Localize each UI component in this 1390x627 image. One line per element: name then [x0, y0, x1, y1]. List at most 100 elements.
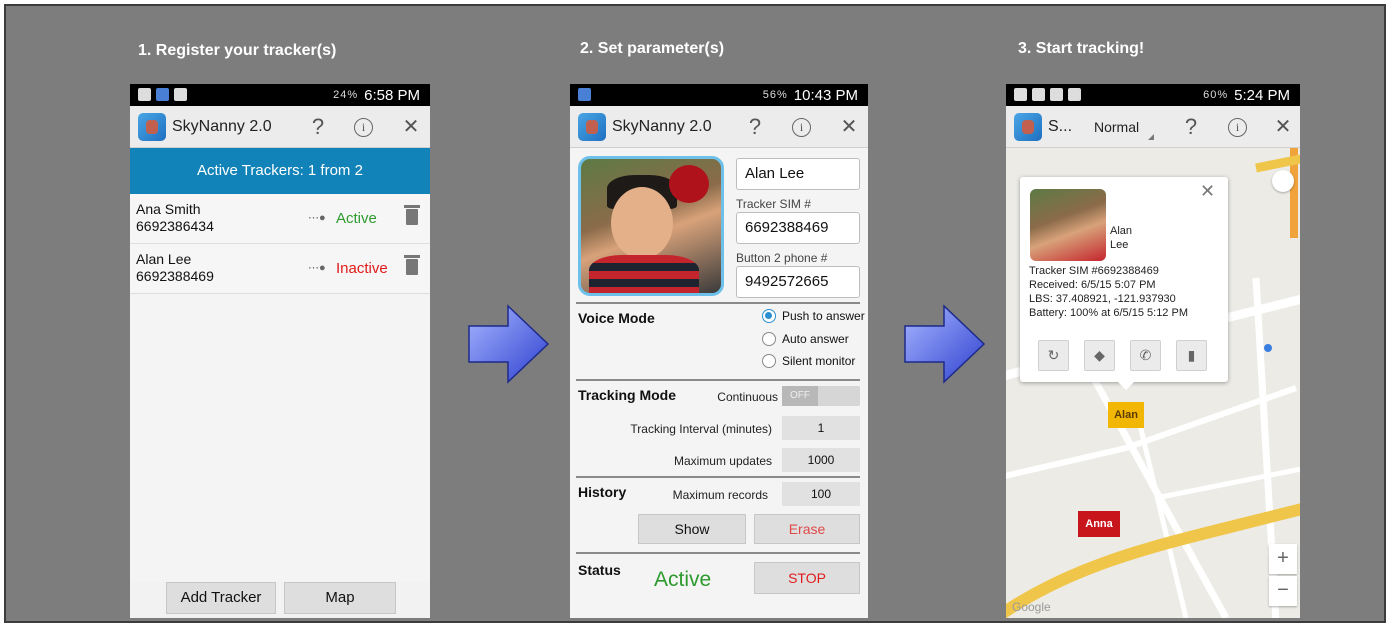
voice-mode-label: Voice Mode [578, 310, 655, 326]
battery-icon[interactable]: ▮ [1176, 340, 1207, 371]
radio-auto-answer[interactable]: Auto answer [762, 332, 849, 346]
add-tracker-button[interactable]: Add Tracker [166, 582, 276, 614]
tracker-name: Ana Smith 6692386434 [136, 201, 214, 235]
button2-label: Button 2 phone # [736, 251, 828, 265]
info-button[interactable]: i [1228, 118, 1247, 137]
status-value: Active [654, 568, 712, 591]
button2-field[interactable]: 9492572665 [736, 266, 860, 298]
info-button[interactable]: i [354, 118, 373, 137]
tracker-state[interactable]: Inactive [336, 260, 388, 277]
radio-silent-monitor[interactable]: Silent monitor [762, 354, 855, 368]
status-bar: 60% 5:24 PM [1006, 84, 1300, 106]
interval-field[interactable]: 1 [782, 416, 860, 440]
sim-field[interactable]: 6692388469 [736, 212, 860, 244]
popup-last-name: Lee [1110, 239, 1129, 251]
max-updates-field[interactable]: 1000 [782, 448, 860, 472]
erase-button[interactable]: Erase [754, 514, 860, 544]
step-3-title: 3. Start tracking! [1018, 40, 1145, 57]
app-icon [578, 112, 606, 141]
clock: 6:58 PM [364, 86, 420, 104]
tracker-state[interactable]: Active [336, 210, 377, 227]
action-bar: SkyNanny 2.0 ? i ✕ [130, 106, 430, 148]
show-button[interactable]: Show [638, 514, 746, 544]
divider [576, 476, 860, 478]
dropdown-corner-icon [1148, 134, 1154, 140]
interval-label: Tracking Interval (minutes) [630, 422, 772, 436]
phone-register: 24% 6:58 PM SkyNanny 2.0 ? i ✕ Active Tr… [130, 84, 430, 618]
app-title: SkyNanny 2.0 [612, 117, 712, 135]
help-button[interactable]: ? [742, 114, 768, 140]
clock: 5:24 PM [1234, 86, 1290, 104]
close-button[interactable]: ✕ [398, 114, 424, 139]
radio-label: Push to answer [782, 309, 865, 323]
close-button[interactable]: ✕ [836, 114, 862, 139]
name-field[interactable]: Alan Lee [736, 158, 860, 190]
route-icon[interactable]: ⋯● [308, 261, 326, 274]
radio-label: Auto answer [782, 332, 849, 346]
signal-icons: 24% [333, 89, 359, 101]
notification-icons [578, 88, 591, 101]
close-button[interactable]: ✕ [1270, 114, 1296, 139]
tracker-name-text: Ana Smith [136, 201, 201, 217]
divider [576, 552, 860, 554]
tracker-name: Alan Lee 6692388469 [136, 251, 214, 285]
radio-label: Silent monitor [782, 354, 856, 368]
status-bar: 56% 10:43 PM [570, 84, 868, 106]
phone-tracking: 60% 5:24 PM S... Normal ? i ✕ Alan Anna … [1006, 84, 1300, 618]
app-title: SkyNanny 2.0 [172, 117, 272, 135]
bottom-bar: Add Tracker Map [130, 582, 430, 618]
action-bar: SkyNanny 2.0 ? i ✕ [570, 106, 868, 148]
divider [576, 379, 860, 381]
trash-icon[interactable] [404, 205, 420, 225]
status-bar: 24% 6:58 PM [130, 84, 430, 106]
phone-parameters: 56% 10:43 PM SkyNanny 2.0 ? i ✕ Alan Lee… [570, 84, 868, 618]
radio-push-to-answer[interactable]: Push to answer [762, 309, 865, 323]
route-icon[interactable]: ⋯● [308, 211, 326, 224]
info-button[interactable]: i [792, 118, 811, 137]
step-2-title: 2. Set parameter(s) [580, 40, 725, 57]
popup-first-name: Alan [1110, 225, 1133, 237]
continuous-label: Continuous [717, 390, 778, 404]
zoom-out-button[interactable]: − [1269, 576, 1297, 606]
max-records-field[interactable]: 100 [782, 482, 860, 506]
tracker-row[interactable]: Ana Smith 6692386434 ⋯● Active [130, 194, 430, 244]
tracker-row[interactable]: Alan Lee 6692388469 ⋯● Inactive [130, 244, 430, 294]
popup-battery: Battery: 100% at 6/5/15 5:12 PM [1029, 307, 1188, 319]
signal-icons: 60% [1203, 89, 1229, 101]
continuous-toggle[interactable]: OFF [782, 386, 860, 406]
trash-icon[interactable] [404, 255, 420, 275]
map-mode-dropdown[interactable]: Normal [1094, 119, 1139, 135]
stop-button[interactable]: STOP [754, 562, 860, 594]
max-records-label: Maximum records [672, 488, 768, 502]
divider [576, 302, 860, 304]
popup-pointer [1118, 382, 1134, 390]
phone-icon[interactable]: ✆ [1130, 340, 1161, 371]
directions-icon[interactable]: ◆ [1084, 340, 1115, 371]
help-button[interactable]: ? [305, 114, 331, 140]
app-icon [138, 112, 166, 141]
notification-icons [1014, 88, 1081, 101]
arrow-right-icon [904, 304, 986, 384]
action-bar: S... Normal ? i ✕ [1006, 106, 1300, 148]
zoom-in-button[interactable]: + [1269, 544, 1297, 574]
tracking-mode-label: Tracking Mode [578, 387, 677, 403]
active-trackers-banner: Active Trackers: 1 from 2 [130, 148, 430, 194]
marker-anna[interactable]: Anna [1078, 511, 1120, 537]
notification-icons [138, 88, 187, 101]
popup-close-icon[interactable]: ✕ [1200, 181, 1215, 202]
clock: 10:43 PM [793, 86, 858, 104]
map-button[interactable]: Map [284, 582, 396, 614]
help-button[interactable]: ? [1178, 114, 1204, 140]
tracker-photo[interactable] [578, 156, 724, 296]
marker-alan[interactable]: Alan [1108, 402, 1144, 428]
max-updates-label: Maximum updates [673, 454, 772, 468]
status-label: Status [578, 562, 621, 578]
toggle-state: OFF [782, 386, 818, 406]
app-icon [1014, 112, 1042, 141]
tracker-info-popup: Alan Lee ✕ Tracker SIM #6692388469 Recei… [1020, 177, 1228, 390]
refresh-icon[interactable]: ↻ [1038, 340, 1069, 371]
tracker-phone: 6692388469 [136, 268, 214, 284]
my-location-icon[interactable] [1272, 170, 1294, 192]
signal-icons: 56% [762, 89, 788, 101]
app-title: S... [1048, 117, 1073, 135]
